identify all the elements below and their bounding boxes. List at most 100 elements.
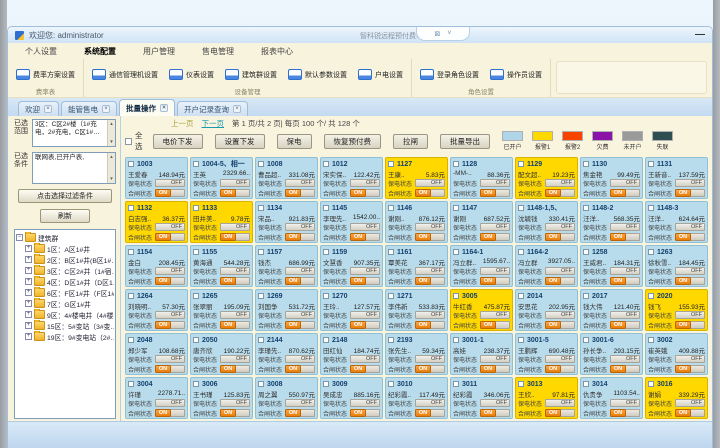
- card-checkbox[interactable]: [128, 249, 134, 255]
- protect-toggle-off[interactable]: OFF: [480, 179, 510, 187]
- switch-toggle-on[interactable]: ON: [415, 277, 445, 285]
- tool-button-3[interactable]: 恢复预付费: [324, 134, 382, 149]
- card-checkbox[interactable]: [648, 293, 654, 299]
- meter-card[interactable]: 1271李伟新533.83元保电状态OFF合闸状态ON: [385, 289, 448, 331]
- meter-card[interactable]: 1012宋实保..122.42元保电状态OFF合闸状态ON: [320, 157, 383, 199]
- meter-card[interactable]: 2014安思花202.95元保电状态OFF合闸状态ON: [515, 289, 578, 331]
- card-checkbox[interactable]: [648, 337, 654, 343]
- meter-card[interactable]: 1147谢刚687.52元保电状态OFF合闸状态ON: [450, 201, 513, 243]
- card-checkbox[interactable]: [193, 249, 199, 255]
- card-checkbox[interactable]: [388, 161, 394, 167]
- card-checkbox[interactable]: [193, 161, 199, 167]
- switch-toggle-on[interactable]: ON: [220, 409, 250, 417]
- scroll-up-icon[interactable]: ▲: [109, 154, 113, 160]
- protect-toggle-off[interactable]: OFF: [415, 267, 445, 275]
- menu-item-0[interactable]: 个人设置: [25, 46, 57, 57]
- switch-toggle-on[interactable]: ON: [610, 189, 640, 197]
- protect-toggle-off[interactable]: OFF: [675, 223, 705, 231]
- close-icon[interactable]: ×: [233, 105, 241, 113]
- protect-toggle-off[interactable]: OFF: [545, 311, 575, 319]
- card-checkbox[interactable]: [453, 337, 459, 343]
- switch-toggle-on[interactable]: ON: [545, 321, 575, 329]
- switch-toggle-on[interactable]: ON: [350, 321, 380, 329]
- tree-item-3[interactable]: +4区：D区1#井（D区1…: [16, 276, 114, 287]
- tree-item-1[interactable]: +2区：B区1#井(B区1#…: [16, 254, 114, 265]
- protect-toggle-off[interactable]: OFF: [285, 355, 315, 363]
- ribbon-button[interactable]: 操作员设置: [490, 69, 542, 80]
- card-checkbox[interactable]: [258, 161, 264, 167]
- switch-toggle-on[interactable]: ON: [675, 189, 705, 197]
- protect-toggle-off[interactable]: OFF: [350, 355, 380, 363]
- tree-item-5[interactable]: +7区：G区1#井: [16, 298, 114, 309]
- protect-toggle-off[interactable]: OFF: [220, 267, 250, 275]
- meter-card[interactable]: 1134宋品..921.83元保电状态OFF合闸状态ON: [255, 201, 318, 243]
- card-checkbox[interactable]: [388, 381, 394, 387]
- card-checkbox[interactable]: [323, 381, 329, 387]
- expand-icon[interactable]: +: [25, 311, 32, 318]
- switch-toggle-on[interactable]: ON: [415, 321, 445, 329]
- card-checkbox[interactable]: [258, 249, 264, 255]
- collapse-icon[interactable]: −: [16, 234, 23, 241]
- switch-toggle-on[interactable]: ON: [350, 409, 380, 417]
- protect-toggle-off[interactable]: OFF: [675, 267, 705, 275]
- card-checkbox[interactable]: [323, 337, 329, 343]
- protect-toggle-off[interactable]: OFF: [675, 399, 705, 407]
- meter-card[interactable]: 3010纪彩霞..117.49元保电状态OFF合闸状态ON: [385, 377, 448, 419]
- meter-card[interactable]: 2048郑少军108.68元保电状态OFF合闸状态ON: [125, 333, 188, 375]
- meter-card[interactable]: 1148-3汪洋..624.64元保电状态OFF合闸状态ON: [645, 201, 708, 243]
- expand-icon[interactable]: +: [25, 278, 32, 285]
- protect-toggle-off[interactable]: OFF: [610, 223, 640, 231]
- ribbon-button[interactable]: 登录角色设置: [420, 69, 479, 80]
- protect-toggle-off[interactable]: OFF: [480, 223, 510, 231]
- meter-card[interactable]: 1127王康..5.83元保电状态OFF合闸状态ON: [385, 157, 448, 199]
- ribbon-button[interactable]: 通信管理机设置: [92, 69, 158, 80]
- meter-card[interactable]: 3002崔英娥409.88元保电状态OFF合闸状态ON: [645, 333, 708, 375]
- meter-card[interactable]: 2020钱飞155.93元保电状态OFF合闸状态ON: [645, 289, 708, 331]
- protect-toggle-off[interactable]: OFF: [545, 179, 575, 187]
- switch-toggle-on[interactable]: ON: [155, 409, 185, 417]
- switch-toggle-on[interactable]: ON: [220, 189, 250, 197]
- protect-toggle-off[interactable]: OFF: [480, 311, 510, 319]
- expand-icon[interactable]: +: [25, 300, 32, 307]
- tree-item-2[interactable]: +3区：C区2#井（1#宿…: [16, 265, 114, 276]
- switch-toggle-on[interactable]: ON: [350, 189, 380, 197]
- card-checkbox[interactable]: [453, 381, 459, 387]
- collapse-ribbon-icon[interactable]: ˅: [447, 30, 451, 37]
- next-page-link[interactable]: 下一页: [202, 118, 225, 129]
- protect-toggle-off[interactable]: OFF: [220, 399, 250, 407]
- card-checkbox[interactable]: [258, 205, 264, 211]
- card-checkbox[interactable]: [388, 205, 394, 211]
- switch-toggle-on[interactable]: ON: [610, 277, 640, 285]
- meter-card[interactable]: 1132白志强..36.37元保电状态OFF合闸状态ON: [125, 201, 188, 243]
- card-checkbox[interactable]: [518, 161, 524, 167]
- card-checkbox[interactable]: [583, 249, 589, 255]
- meter-card[interactable]: 2050唐齐欣190.22元保电状态OFF合闸状态ON: [190, 333, 253, 375]
- refresh-button[interactable]: 刷新: [40, 209, 90, 223]
- switch-toggle-on[interactable]: ON: [610, 409, 640, 417]
- card-checkbox[interactable]: [648, 381, 654, 387]
- expand-icon[interactable]: +: [25, 256, 32, 263]
- meter-card[interactable]: 1164-2冯立群3927.05..保电状态OFF合闸状态ON: [515, 245, 578, 287]
- meter-card[interactable]: 3005牛红香475.87元保电状态OFF合闸状态ON: [450, 289, 513, 331]
- tab-0[interactable]: 欢迎×: [18, 101, 59, 116]
- card-checkbox[interactable]: [193, 381, 199, 387]
- meter-card[interactable]: 1263徐秋雪..184.45元保电状态OFF合闸状态ON: [645, 245, 708, 287]
- card-checkbox[interactable]: [128, 337, 134, 343]
- selected-range-box[interactable]: 3区：C区2#楼（1#充电，2#充电，C区1#… ▲▼: [32, 119, 116, 147]
- protect-toggle-off[interactable]: OFF: [610, 355, 640, 363]
- meter-card[interactable]: 1164-1冯立群..1595.67..保电状态OFF合闸状态ON: [450, 245, 513, 287]
- protect-toggle-off[interactable]: OFF: [155, 267, 185, 275]
- menu-item-1[interactable]: 系统配置: [84, 46, 116, 57]
- switch-toggle-on[interactable]: ON: [675, 321, 705, 329]
- switch-toggle-on[interactable]: ON: [480, 409, 510, 417]
- switch-toggle-on[interactable]: ON: [155, 189, 185, 197]
- protect-toggle-off[interactable]: OFF: [220, 223, 250, 231]
- switch-toggle-on[interactable]: ON: [415, 365, 445, 373]
- protect-toggle-off[interactable]: OFF: [350, 267, 380, 275]
- meter-card[interactable]: 2017钱大伟121.40元保电状态OFF合闸状态ON: [580, 289, 643, 331]
- select-all-checkbox[interactable]: [125, 138, 132, 145]
- tab-1[interactable]: 能管售电×: [61, 101, 117, 116]
- protect-toggle-off[interactable]: OFF: [675, 355, 705, 363]
- meter-card[interactable]: 1148-1,5、沈毓钱330.41元保电状态OFF合闸状态ON: [515, 201, 578, 243]
- protect-toggle-off[interactable]: OFF: [285, 223, 315, 231]
